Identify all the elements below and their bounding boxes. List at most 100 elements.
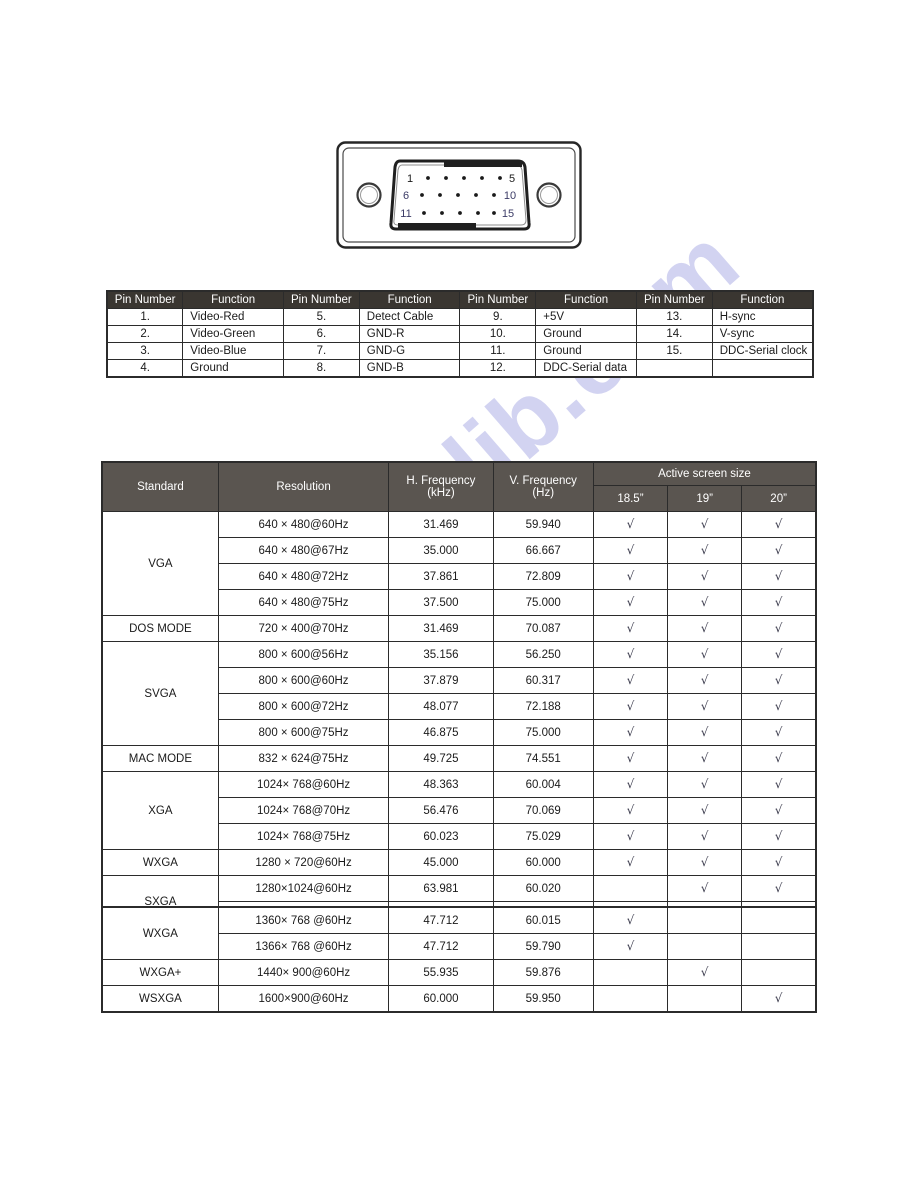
screen-size-18_5-cell: √ bbox=[592, 615, 669, 642]
h-frequency-cell: 35.000 bbox=[388, 537, 494, 564]
v-frequency-cell: 60.004 bbox=[492, 771, 594, 798]
pin-number-cell: 5. bbox=[282, 308, 360, 326]
table-row: VGA 640 × 480@60Hz 31.469 59.940 √ √ √ bbox=[101, 511, 817, 616]
pin-table-header-cell: Function bbox=[182, 290, 284, 309]
pin-label-1: 1 bbox=[407, 173, 413, 185]
supported-check-icon: √ bbox=[774, 777, 783, 791]
header-standard: Standard bbox=[101, 461, 219, 512]
pin-function-cell: Video-Red bbox=[182, 308, 284, 326]
header-h-frequency-line1: H. Frequency bbox=[406, 475, 476, 487]
standard-cell: SVGA bbox=[101, 641, 219, 746]
table-row: MAC MODE 832 × 624@75Hz 49.725 74.551 √ √ √ bbox=[101, 745, 817, 772]
supported-check-icon: √ bbox=[774, 595, 783, 609]
h-frequency-cell: 60.000 bbox=[388, 985, 494, 1013]
screen-size-18_5-cell: √ bbox=[592, 719, 669, 746]
pin-function-cell: V-sync bbox=[711, 325, 814, 343]
connector-screw-hole-right-inner bbox=[540, 186, 558, 204]
supported-check-icon: √ bbox=[774, 517, 783, 531]
supported-check-icon: √ bbox=[626, 725, 635, 739]
screen-size-20-cell: √ bbox=[741, 563, 817, 590]
screen-size-19-cell: √ bbox=[667, 823, 743, 850]
h-frequency-cell: 31.469 bbox=[388, 511, 494, 538]
h-frequency-cell: 48.363 bbox=[388, 771, 494, 798]
pin-number-cell: 8. bbox=[282, 359, 360, 378]
screen-size-19-cell: √ bbox=[667, 589, 743, 616]
supported-check-icon: √ bbox=[700, 725, 709, 739]
header-active-screen-size: Active screen size bbox=[592, 461, 817, 487]
v-frequency-cell: 59.950 bbox=[492, 985, 594, 1013]
screen-size-19-cell: √ bbox=[667, 875, 743, 902]
resolution-cell: 1366× 768 @60Hz bbox=[217, 933, 390, 960]
header-h-frequency-unit: (kHz) bbox=[427, 487, 455, 499]
resolution-cell: 1024× 768@70Hz bbox=[217, 797, 390, 824]
h-frequency-cell: 55.935 bbox=[388, 959, 494, 986]
table-row: XGA 1024× 768@60Hz 48.363 60.004 √ √ √ bbox=[101, 771, 817, 850]
supported-check-icon: √ bbox=[774, 991, 783, 1005]
screen-size-18_5-cell: √ bbox=[592, 667, 669, 694]
supported-check-icon: √ bbox=[626, 939, 635, 953]
v-frequency-cell: 74.551 bbox=[492, 745, 594, 772]
supported-check-icon: √ bbox=[774, 881, 783, 895]
screen-size-19-cell bbox=[667, 933, 743, 960]
pin-number-cell: 13. bbox=[635, 308, 713, 326]
connector-top-shade bbox=[444, 162, 522, 167]
screen-size-20-cell: √ bbox=[741, 745, 817, 772]
screen-size-19-cell: √ bbox=[667, 849, 743, 876]
screen-size-19-cell bbox=[667, 985, 743, 1013]
resolution-cell: 1280 × 720@60Hz bbox=[217, 849, 390, 876]
pin-function-cell: Video-Blue bbox=[182, 342, 284, 360]
supported-check-icon: √ bbox=[626, 699, 635, 713]
supported-check-icon: √ bbox=[626, 913, 635, 927]
pin-number-cell: 12. bbox=[459, 359, 537, 378]
v-frequency-cell: 59.876 bbox=[492, 959, 594, 986]
pin-table-header-cell: Function bbox=[711, 290, 814, 309]
supported-check-icon: √ bbox=[626, 517, 635, 531]
pin-label-10: 10 bbox=[504, 190, 516, 202]
screen-size-18_5-cell: √ bbox=[592, 537, 669, 564]
timing-header-row-top: Standard Resolution H. Frequency (kHz) V… bbox=[101, 461, 817, 512]
table-row: 2. Video-Green 6. GND-R 10. Ground 14. V… bbox=[106, 325, 814, 343]
screen-size-20-cell: √ bbox=[741, 719, 817, 746]
pin-table-header-cell: Pin Number bbox=[459, 290, 537, 309]
resolution-cell: 720 × 400@70Hz bbox=[217, 615, 390, 642]
screen-size-18_5-cell bbox=[592, 875, 669, 902]
screen-size-18_5-cell: √ bbox=[592, 745, 669, 772]
screen-size-18_5-cell: √ bbox=[592, 641, 669, 668]
supported-check-icon: √ bbox=[626, 595, 635, 609]
v-frequency-cell: 56.250 bbox=[492, 641, 594, 668]
resolution-cell: 1024× 768@60Hz bbox=[217, 771, 390, 798]
supported-check-icon: √ bbox=[774, 673, 783, 687]
vga-connector-diagram: 1 5 6 10 11 15 bbox=[336, 141, 582, 249]
table-row: WXGA+ 1440× 900@60Hz 55.935 59.876 √ bbox=[101, 959, 817, 986]
supported-check-icon: √ bbox=[774, 699, 783, 713]
supported-check-icon: √ bbox=[700, 569, 709, 583]
supported-check-icon: √ bbox=[626, 647, 635, 661]
v-frequency-cell: 60.020 bbox=[492, 875, 594, 902]
pin-function-cell: +5V bbox=[535, 308, 637, 326]
h-frequency-cell: 63.981 bbox=[388, 875, 494, 902]
screen-size-18_5-cell: √ bbox=[592, 906, 669, 934]
header-v-frequency-line1: V. Frequency bbox=[509, 475, 577, 487]
screen-size-18_5-cell: √ bbox=[592, 563, 669, 590]
standard-cell: WSXGA bbox=[101, 985, 219, 1013]
screen-size-20-cell: √ bbox=[741, 615, 817, 642]
resolution-cell: 800 × 600@60Hz bbox=[217, 667, 390, 694]
screen-size-19-cell: √ bbox=[667, 797, 743, 824]
supported-check-icon: √ bbox=[700, 543, 709, 557]
standard-cell: VGA bbox=[101, 511, 219, 616]
pin-number-cell: 9. bbox=[459, 308, 537, 326]
screen-size-20-cell: √ bbox=[741, 667, 817, 694]
screen-size-18_5-cell: √ bbox=[592, 797, 669, 824]
screen-size-19-cell: √ bbox=[667, 511, 743, 538]
pin-number-cell: 2. bbox=[106, 325, 184, 343]
screen-size-20-cell: √ bbox=[741, 849, 817, 876]
screen-size-20-cell: √ bbox=[741, 589, 817, 616]
pin-table-header-cell: Function bbox=[535, 290, 637, 309]
pin-function-cell: H-sync bbox=[711, 308, 814, 326]
screen-size-18_5-cell: √ bbox=[592, 693, 669, 720]
pin-number-cell: 15. bbox=[635, 342, 713, 360]
screen-size-20-cell: √ bbox=[741, 985, 817, 1013]
pin-label-6: 6 bbox=[403, 190, 409, 202]
resolution-cell: 640 × 480@60Hz bbox=[217, 511, 390, 538]
supported-check-icon: √ bbox=[626, 751, 635, 765]
